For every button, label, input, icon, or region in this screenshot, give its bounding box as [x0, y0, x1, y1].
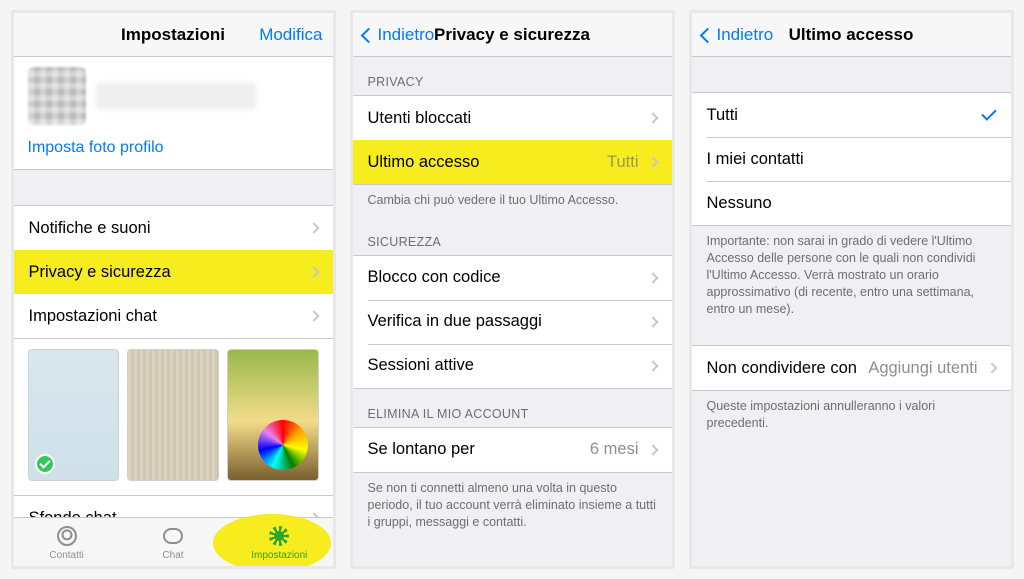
- profile-section: Imposta foto profilo: [14, 57, 333, 170]
- section-footer: Se non ti connetti almeno una volta in q…: [353, 473, 672, 539]
- wallpaper-option[interactable]: [127, 349, 219, 481]
- chevron-right-icon: [647, 316, 658, 327]
- tab-chat[interactable]: Chat: [120, 518, 226, 566]
- screen-privacy-security: Indietro Privacy e sicurezza PRIVACY Ute…: [350, 10, 675, 569]
- row-label: Sessioni attive: [368, 356, 643, 375]
- chevron-right-icon: [647, 112, 658, 123]
- back-label: Indietro: [717, 25, 774, 45]
- tabbar: Contatti Chat Impostazioni: [14, 517, 333, 566]
- page-title: Impostazioni: [121, 25, 225, 45]
- chat-icon: [161, 524, 185, 548]
- row-never-share-with[interactable]: Non condividere con Aggiungi utenti: [692, 346, 1011, 390]
- row-label: Se lontano per: [368, 440, 590, 459]
- row-privacy-security[interactable]: Privacy e sicurezza: [14, 250, 333, 294]
- row-last-seen[interactable]: Ultimo accesso Tutti: [353, 140, 672, 184]
- navbar: Indietro Ultimo accesso: [692, 13, 1011, 57]
- section-footer: Cambia chi può vedere il tuo Ultimo Acce…: [353, 185, 672, 217]
- chevron-right-icon: [308, 310, 319, 321]
- screen-last-seen: Indietro Ultimo accesso Tutti I miei con…: [689, 10, 1014, 569]
- section-header-delete-account: ELIMINA IL MIO ACCOUNT: [353, 389, 672, 427]
- page-title: Privacy e sicurezza: [434, 25, 590, 45]
- row-notifications[interactable]: Notifiche e suoni: [14, 206, 333, 250]
- navbar: Indietro Privacy e sicurezza: [353, 13, 672, 57]
- row-label: Privacy e sicurezza: [29, 263, 304, 282]
- row-passcode-lock[interactable]: Blocco con codice: [353, 256, 672, 300]
- content: Imposta foto profilo Notifiche e suoni P…: [14, 57, 333, 517]
- row-label: Blocco con codice: [368, 268, 643, 287]
- set-profile-photo-link[interactable]: Imposta foto profilo: [28, 139, 319, 157]
- chevron-right-icon: [308, 222, 319, 233]
- profile-name: [96, 83, 256, 109]
- avatar[interactable]: [28, 67, 86, 125]
- row-two-step-verification[interactable]: Verifica in due passaggi: [353, 300, 672, 344]
- section-footer: Queste impostazioni annulleranno i valor…: [692, 391, 1011, 440]
- wallpaper-option[interactable]: [28, 349, 120, 481]
- row-active-sessions[interactable]: Sessioni attive: [353, 344, 672, 388]
- back-button[interactable]: Indietro: [692, 13, 784, 57]
- row-chat-background[interactable]: Sfondo chat: [14, 496, 333, 517]
- screen-settings: Impostazioni Modifica Imposta foto profi…: [11, 10, 336, 569]
- row-label: Ultimo accesso: [368, 153, 608, 172]
- chevron-left-icon: [699, 27, 715, 43]
- chevron-right-icon: [308, 266, 319, 277]
- tab-contacts[interactable]: Contatti: [14, 518, 120, 566]
- row-detail: 6 mesi: [590, 440, 639, 459]
- row-label: Notifiche e suoni: [29, 219, 304, 238]
- chevron-left-icon: [360, 27, 376, 43]
- section-header-privacy: PRIVACY: [353, 57, 672, 95]
- row-detail: Tutti: [607, 153, 638, 172]
- page-title: Ultimo accesso: [789, 25, 914, 45]
- row-label: Sfondo chat: [29, 509, 304, 518]
- chevron-right-icon: [647, 272, 658, 283]
- section-footer: Importante: non sarai in grado di vedere…: [692, 226, 1011, 325]
- contacts-icon: [55, 524, 79, 548]
- content: PRIVACY Utenti bloccati Ultimo accesso T…: [353, 57, 672, 566]
- checkmark-icon: [981, 105, 997, 121]
- tab-label: Contatti: [49, 550, 83, 561]
- section-header-security: SICUREZZA: [353, 217, 672, 255]
- wallpaper-thumbnails: [14, 339, 333, 496]
- back-button[interactable]: Indietro: [353, 13, 445, 57]
- row-label: Impostazioni chat: [29, 307, 304, 326]
- row-label: Non condividere con: [707, 359, 869, 378]
- tab-settings[interactable]: Impostazioni: [226, 518, 332, 566]
- chevron-right-icon: [647, 360, 658, 371]
- navbar: Impostazioni Modifica: [14, 13, 333, 57]
- chevron-right-icon: [647, 444, 658, 455]
- selected-check-icon: [35, 454, 55, 474]
- edit-button[interactable]: Modifica: [249, 13, 332, 57]
- tab-label: Chat: [162, 550, 183, 561]
- row-delete-if-away[interactable]: Se lontano per 6 mesi: [353, 428, 672, 472]
- row-chat-settings[interactable]: Impostazioni chat: [14, 294, 333, 338]
- option-everybody[interactable]: Tutti: [692, 93, 1011, 137]
- row-detail: Aggiungi utenti: [868, 359, 977, 378]
- row-blocked-users[interactable]: Utenti bloccati: [353, 96, 672, 140]
- option-label: Tutti: [707, 106, 982, 125]
- wallpaper-option[interactable]: [227, 349, 319, 481]
- gear-icon: [267, 524, 291, 548]
- option-my-contacts[interactable]: I miei contatti: [692, 137, 1011, 181]
- content: Tutti I miei contatti Nessuno Importante…: [692, 57, 1011, 566]
- row-label: Verifica in due passaggi: [368, 312, 643, 331]
- chevron-right-icon: [986, 363, 997, 374]
- option-label: Nessuno: [707, 194, 996, 213]
- back-label: Indietro: [378, 25, 435, 45]
- option-nobody[interactable]: Nessuno: [692, 181, 1011, 225]
- option-label: I miei contatti: [707, 150, 996, 169]
- chevron-right-icon: [647, 156, 658, 167]
- row-label: Utenti bloccati: [368, 109, 643, 128]
- tab-label: Impostazioni: [251, 550, 307, 561]
